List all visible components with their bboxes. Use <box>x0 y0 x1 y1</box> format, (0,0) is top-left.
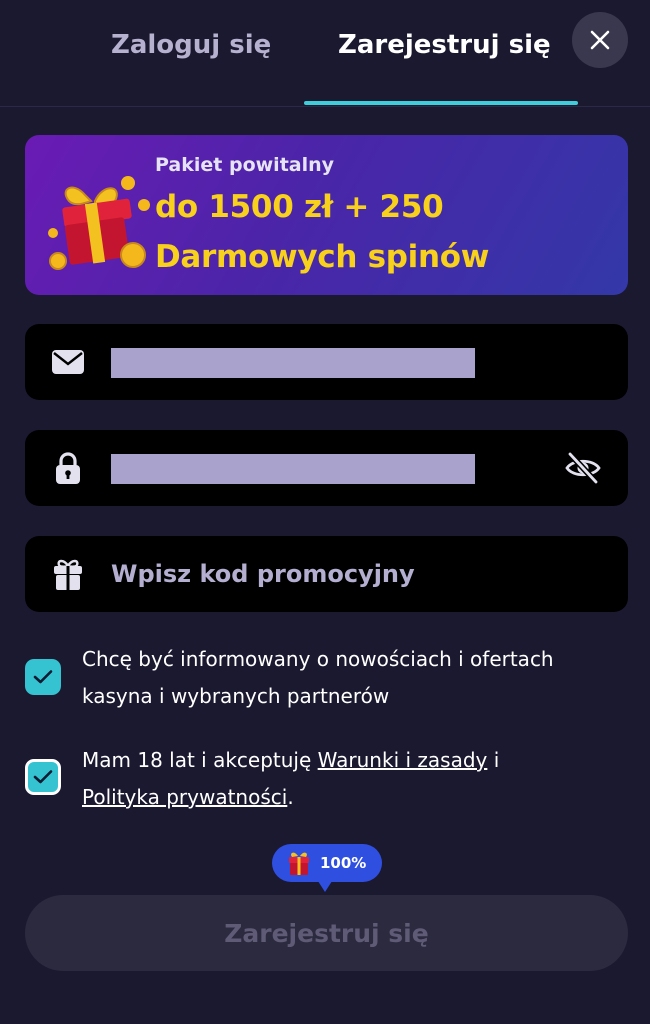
terms-suffix: . <box>287 785 294 809</box>
tab-login[interactable]: Zaloguj się <box>111 30 271 60</box>
active-tab-indicator <box>304 101 578 105</box>
email-field[interactable] <box>25 324 628 400</box>
register-submit-button[interactable]: Zarejestruj się <box>25 895 628 971</box>
checkmark-icon <box>33 670 53 684</box>
terms-consent-checkbox[interactable] <box>25 759 61 795</box>
gift-icon <box>51 558 85 590</box>
close-button[interactable] <box>572 12 628 68</box>
banner-offer-line-2: Darmowych spinów <box>155 239 490 275</box>
password-input[interactable] <box>111 454 475 484</box>
envelope-icon <box>51 346 85 378</box>
promo-code-input[interactable] <box>111 554 591 594</box>
marketing-consent-checkbox[interactable] <box>25 659 61 695</box>
auth-tabs: Zaloguj się Zarejestruj się <box>0 0 650 107</box>
progress-label: 100% <box>320 854 367 872</box>
email-input[interactable] <box>111 348 475 378</box>
eye-slash-icon[interactable] <box>563 448 603 488</box>
marketing-consent-text: Chcę być informowany o nowościach i ofer… <box>82 647 554 708</box>
checkmark-icon <box>33 770 53 784</box>
promo-code-field[interactable] <box>25 536 628 612</box>
gift-box-icon <box>48 176 150 270</box>
terms-prefix: Mam 18 lat i akceptuję <box>82 748 318 772</box>
lock-icon <box>51 452 85 484</box>
gift-box-icon <box>289 852 309 875</box>
welcome-bonus-banner: Pakiet powitalny do 1500 zł + 250 Darmow… <box>25 135 628 295</box>
badge-pointer <box>316 878 334 892</box>
terms-consent-text: Mam 18 lat i akceptuję Warunki i zasady … <box>82 742 622 816</box>
privacy-link[interactable]: Polityka prywatności <box>82 785 287 809</box>
banner-subtitle: Pakiet powitalny <box>155 154 335 176</box>
close-icon <box>590 30 610 50</box>
banner-offer-line-1: do 1500 zł + 250 <box>155 189 444 225</box>
terms-link[interactable]: Warunki i zasady <box>318 748 488 772</box>
tab-register[interactable]: Zarejestruj się <box>338 30 551 60</box>
terms-middle: i <box>487 748 500 772</box>
progress-badge: 100% <box>272 844 382 882</box>
password-field[interactable] <box>25 430 628 506</box>
